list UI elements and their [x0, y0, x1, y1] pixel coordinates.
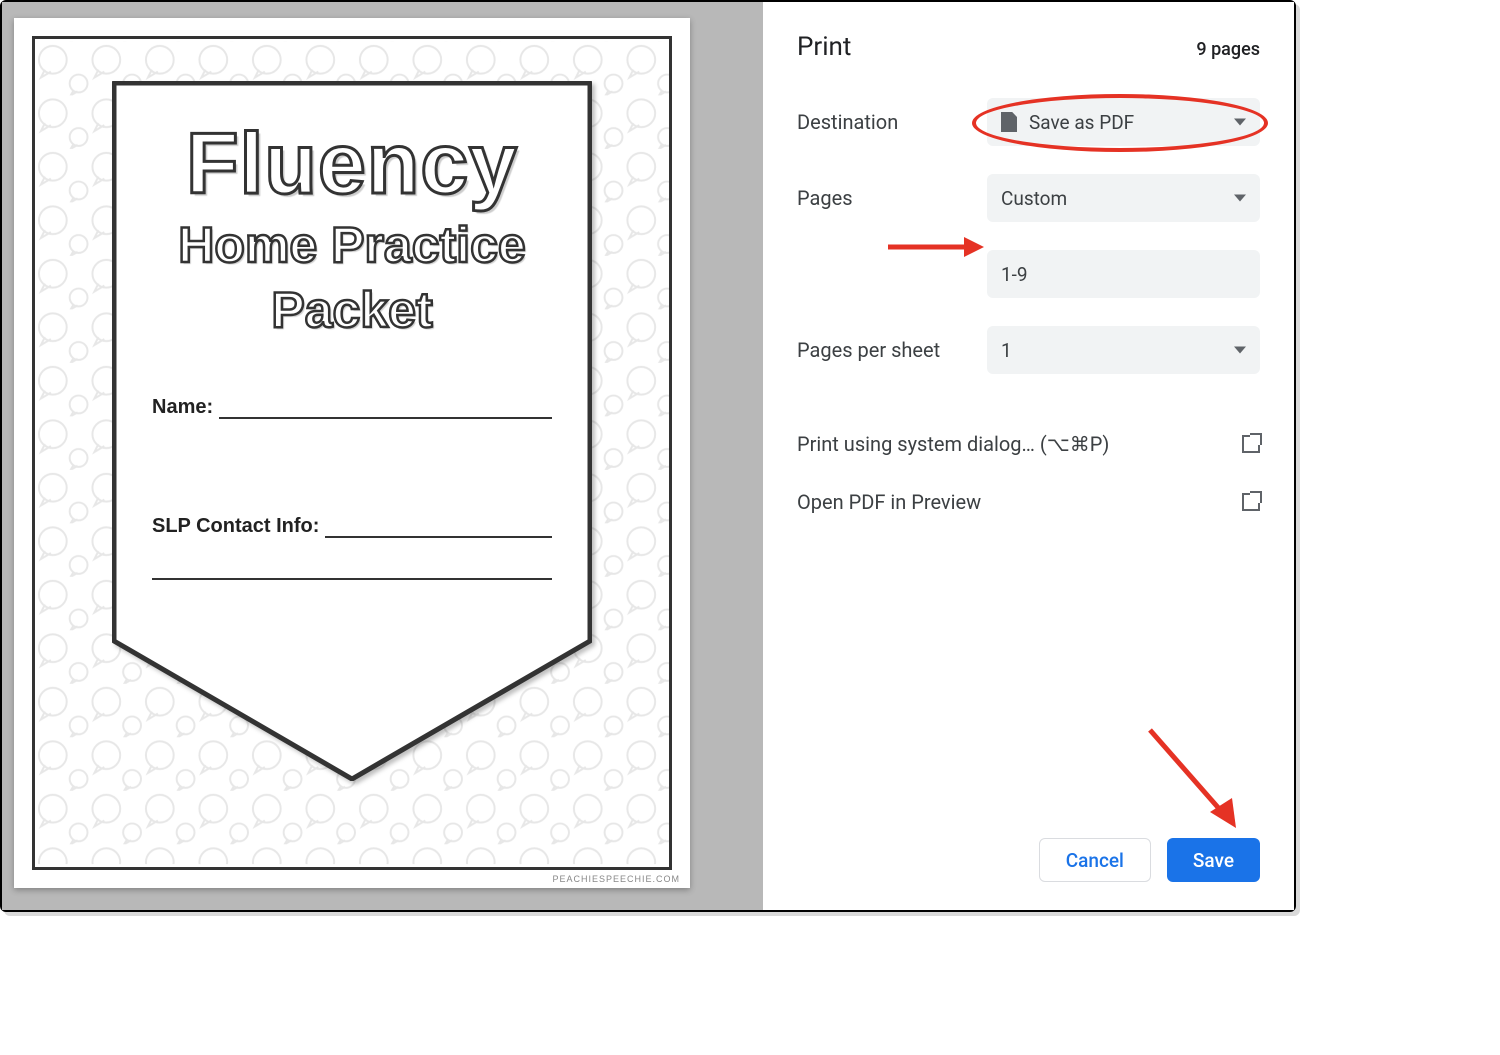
- name-line: [219, 399, 552, 419]
- print-settings-panel: Print 9 pages Destination Save as PDF Pa…: [763, 2, 1294, 910]
- print-dialog-window: Fluency Home Practice Packet Name: SLP C…: [0, 0, 1296, 912]
- contact-line: [325, 518, 552, 538]
- external-link-icon: [1242, 493, 1260, 511]
- name-label: Name:: [152, 396, 213, 419]
- pennant-banner: Fluency Home Practice Packet Name: SLP C…: [112, 81, 592, 781]
- pages-label: Pages: [797, 186, 987, 210]
- page-count: 9 pages: [1196, 39, 1260, 60]
- pages-per-sheet-select[interactable]: 1: [987, 326, 1260, 374]
- open-preview-label: Open PDF in Preview: [797, 490, 981, 514]
- destination-value: Save as PDF: [1029, 111, 1134, 134]
- pages-per-sheet-value: 1: [1001, 339, 1012, 362]
- pages-mode-value: Custom: [1001, 187, 1067, 210]
- panel-title: Print: [797, 32, 851, 62]
- contact-line-2: [152, 558, 552, 580]
- external-link-icon: [1242, 435, 1260, 453]
- pages-range-input[interactable]: [987, 250, 1260, 298]
- cancel-button[interactable]: Cancel: [1039, 838, 1151, 882]
- pennant-content: Fluency Home Practice Packet Name: SLP C…: [112, 81, 592, 580]
- chevron-down-icon: [1234, 347, 1246, 354]
- system-dialog-label: Print using system dialog… (⌥⌘P): [797, 432, 1109, 456]
- worksheet-title-line1: Fluency: [142, 121, 562, 207]
- dialog-buttons: Cancel Save: [1039, 838, 1260, 882]
- pages-per-sheet-label: Pages per sheet: [797, 338, 987, 362]
- chevron-down-icon: [1234, 119, 1246, 126]
- open-preview-link[interactable]: Open PDF in Preview: [797, 490, 1260, 514]
- pages-mode-select[interactable]: Custom: [987, 174, 1260, 222]
- destination-label: Destination: [797, 110, 987, 134]
- worksheet-title-line2: Home Practice: [142, 219, 562, 272]
- destination-select[interactable]: Save as PDF: [987, 98, 1260, 146]
- contact-label: SLP Contact Info:: [152, 515, 319, 538]
- form-fields: Name: SLP Contact Info:: [142, 396, 562, 580]
- worksheet-title-line3: Packet: [142, 284, 562, 337]
- save-button[interactable]: Save: [1167, 838, 1260, 882]
- pdf-document-icon: [1001, 112, 1017, 132]
- page-preview: Fluency Home Practice Packet Name: SLP C…: [14, 18, 690, 888]
- preview-pane: Fluency Home Practice Packet Name: SLP C…: [2, 2, 763, 910]
- footer-url: PEACHIESPEECHIE.COM: [552, 874, 680, 884]
- page-border: Fluency Home Practice Packet Name: SLP C…: [32, 36, 672, 870]
- system-dialog-link[interactable]: Print using system dialog… (⌥⌘P): [797, 432, 1260, 456]
- chevron-down-icon: [1234, 195, 1246, 202]
